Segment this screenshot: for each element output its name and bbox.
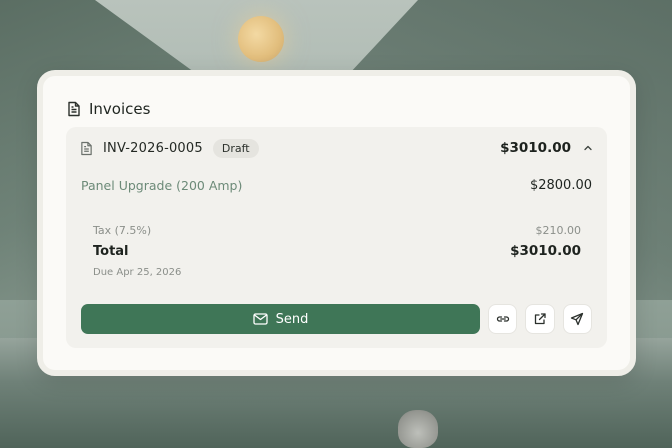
cat — [398, 410, 438, 448]
invoice-total: $3010.00 — [500, 140, 571, 156]
invoice-actions: Send — [81, 304, 592, 334]
mail-icon — [252, 313, 268, 325]
due-date: Due Apr 25, 2026 — [93, 267, 182, 278]
card-title: Invoices — [89, 100, 151, 118]
total-amount: $3010.00 — [510, 243, 581, 259]
paper-plane-icon — [570, 312, 584, 326]
invoices-card: Invoices INV-2026-0005 Draft $3010.00 Pa… — [37, 70, 636, 376]
open-external-button[interactable] — [525, 304, 555, 334]
invoice-summary: Tax (7.5%) $210.00 Total $3010.00 Due Ap… — [93, 224, 581, 278]
send-button[interactable]: Send — [81, 304, 480, 334]
tax-amount: $210.00 — [535, 224, 582, 237]
total-row: Total $3010.00 — [93, 243, 581, 259]
link-icon — [496, 312, 510, 326]
line-item-amount: $2800.00 — [529, 178, 592, 193]
line-item-name: Panel Upgrade (200 Amp) — [81, 178, 243, 193]
invoice-header-row[interactable]: INV-2026-0005 Draft $3010.00 — [80, 137, 593, 159]
document-icon — [67, 101, 81, 117]
line-item: Panel Upgrade (200 Amp) $2800.00 — [81, 178, 592, 193]
chevron-up-icon[interactable] — [583, 143, 593, 153]
document-icon — [80, 141, 93, 156]
copy-link-button[interactable] — [488, 304, 518, 334]
tax-label: Tax (7.5%) — [93, 224, 152, 237]
invoice-panel: INV-2026-0005 Draft $3010.00 Panel Upgra… — [66, 127, 607, 348]
external-link-icon — [533, 312, 547, 326]
card-header: Invoices — [67, 98, 150, 120]
invoice-id: INV-2026-0005 — [103, 140, 203, 156]
status-badge: Draft — [212, 138, 259, 158]
moon — [238, 16, 284, 62]
send-button-label: Send — [275, 311, 309, 327]
tax-row: Tax (7.5%) $210.00 — [93, 224, 581, 237]
total-label: Total — [93, 243, 129, 259]
send-email-button[interactable] — [562, 304, 592, 334]
